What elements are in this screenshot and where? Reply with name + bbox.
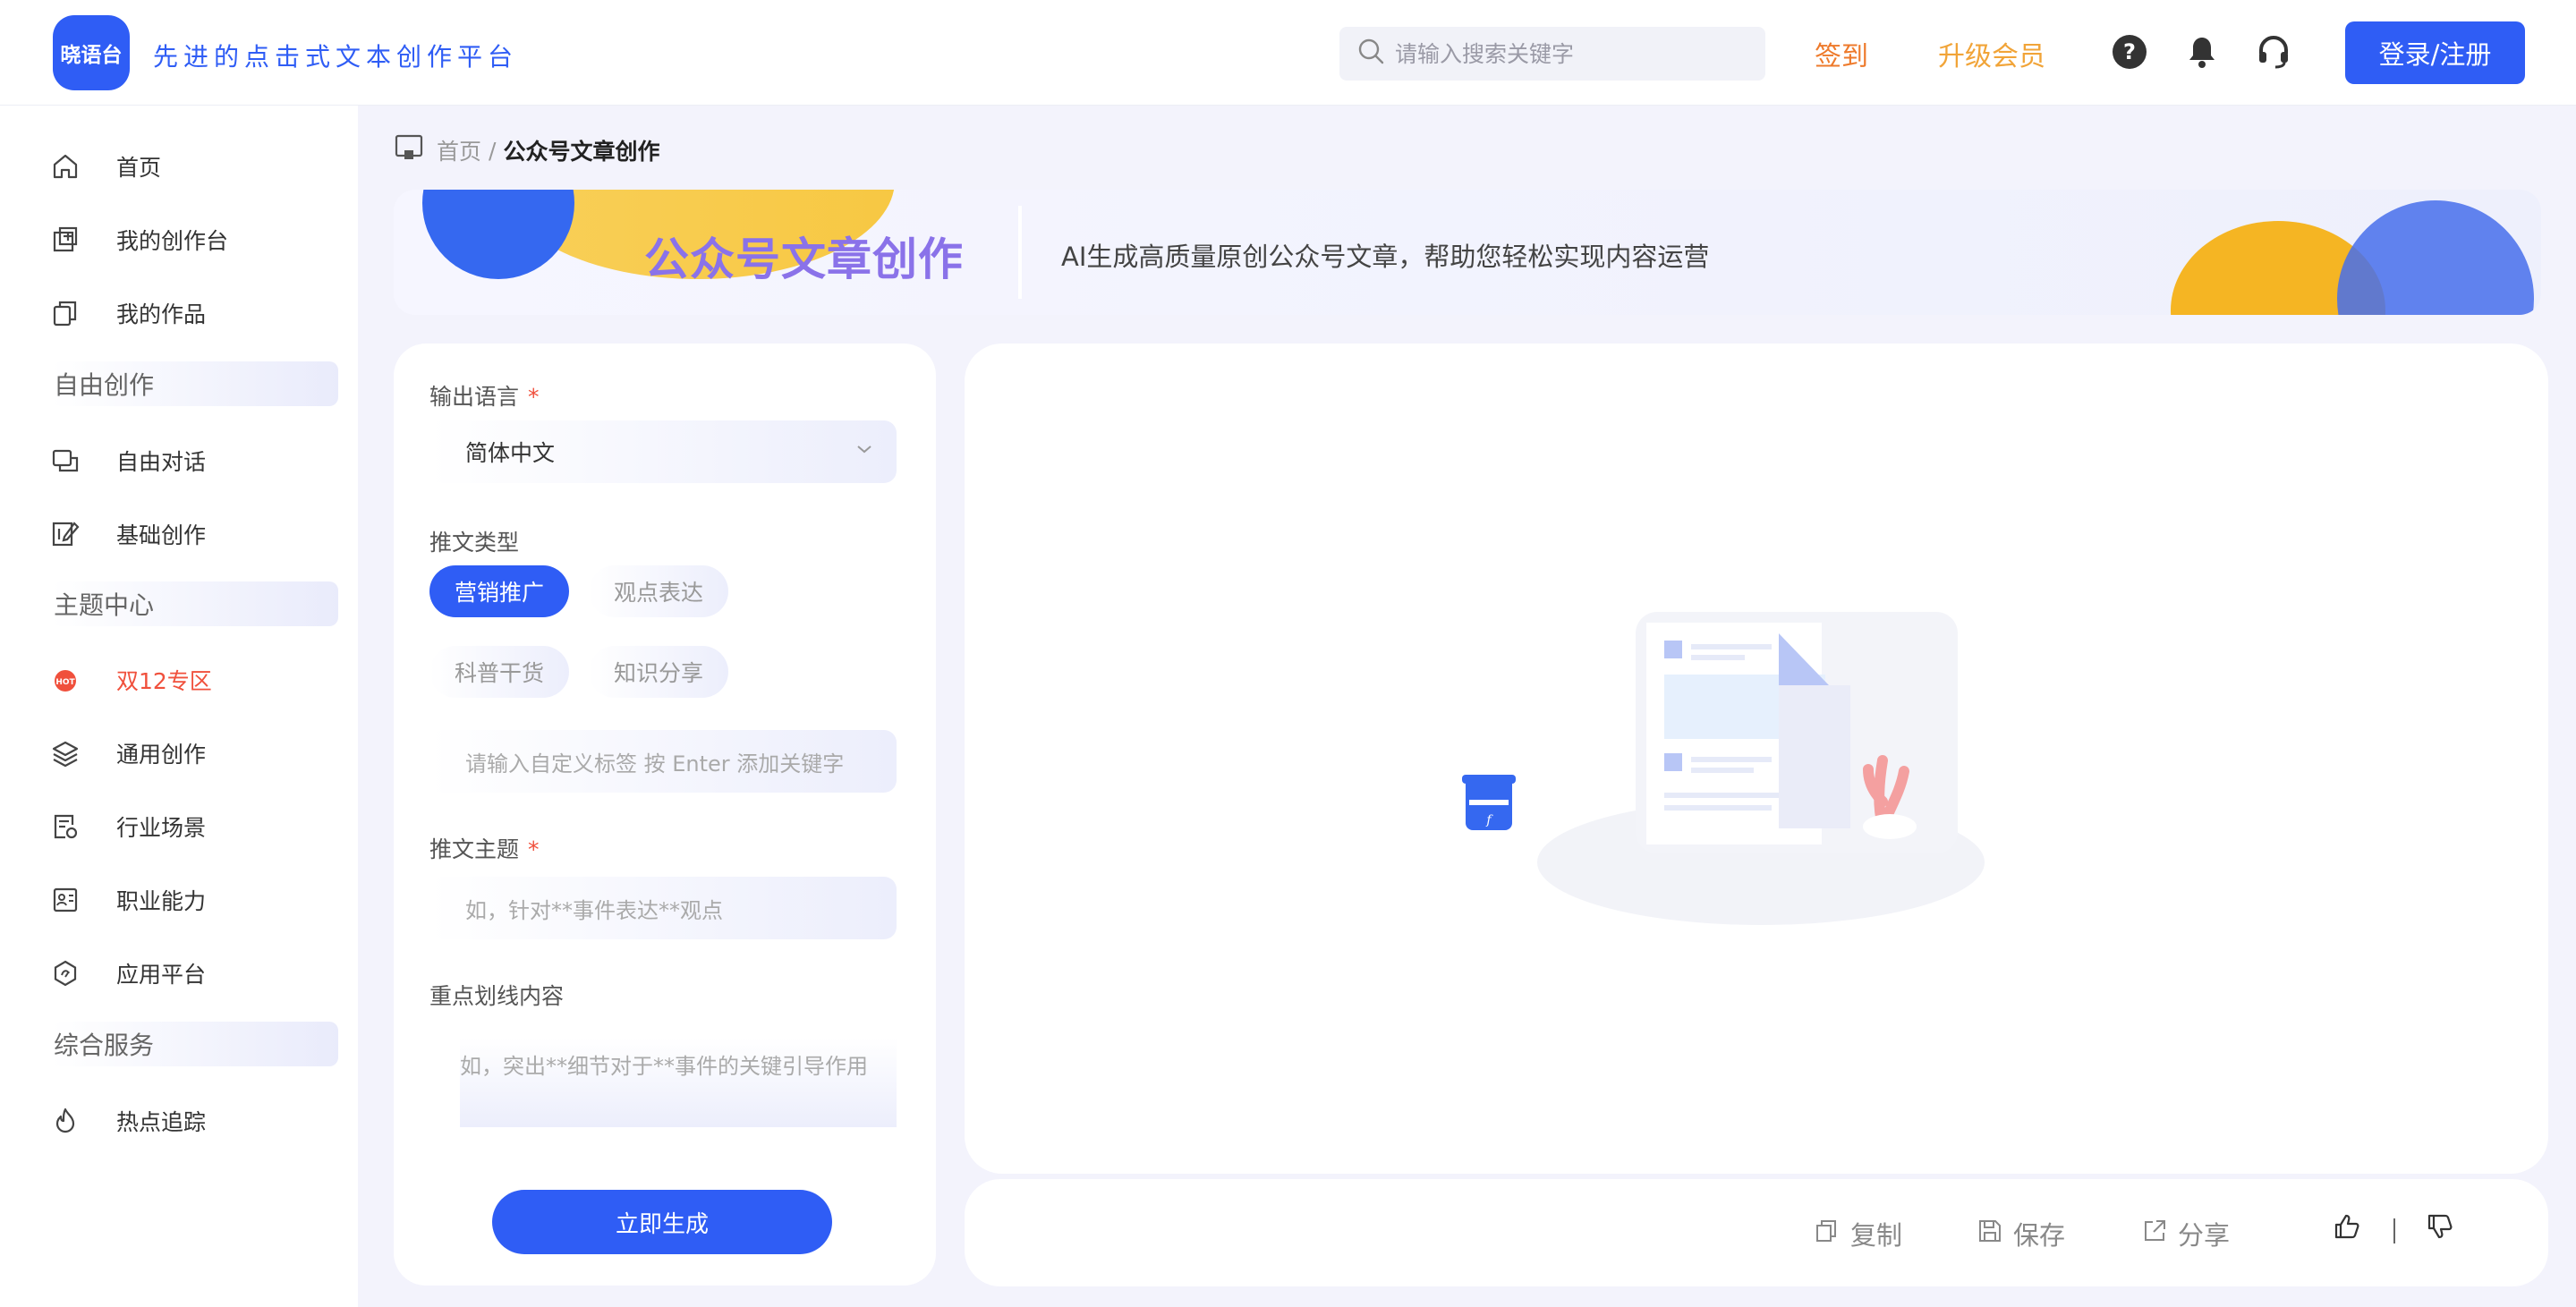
copy-button[interactable]: 复制 (1815, 1215, 1902, 1252)
banner-decoration (422, 190, 574, 279)
language-label: 输出语言 * (429, 384, 540, 410)
section-free-creation: 自由创作 (52, 361, 338, 406)
banner-divider (1018, 206, 1022, 299)
sidebar-item-label: 首页 (116, 155, 162, 181)
sidebar-item-label: 行业场景 (116, 815, 207, 841)
sidebar-item-label: 通用创作 (116, 742, 207, 768)
empty-state-illustration: f (1462, 612, 1985, 925)
page-description: AI生成高质量原创公众号文章，帮助您轻松实现内容运营 (1061, 242, 1710, 272)
thumbs-up-icon[interactable] (2334, 1213, 2360, 1240)
language-value: 简体中文 (465, 440, 556, 466)
hexagon-app-icon (50, 958, 81, 989)
share-button[interactable]: 分享 (2142, 1215, 2230, 1252)
highlight-label: 重点划线内容 (429, 983, 565, 1009)
top-bar: 晓语台 先进的点击式文本创作平台 签到 升级会员 ? 登录/注册 (0, 0, 2576, 106)
type-chip-science[interactable]: 科普干货 (429, 646, 569, 698)
sidebar-item-label: 双12专区 (116, 668, 212, 694)
sidebar-item-label: 热点追踪 (116, 1109, 207, 1135)
breadcrumb-separator: / (489, 137, 497, 164)
signin-link[interactable]: 签到 (1815, 34, 1868, 73)
document-settings-icon (50, 811, 81, 842)
search-input[interactable] (1395, 40, 1753, 67)
save-label: 保存 (2013, 1220, 2066, 1251)
copy-icon (1815, 1218, 1840, 1250)
generate-button[interactable]: 立即生成 (492, 1190, 832, 1254)
sidebar-item-my-works[interactable]: 我的作品 (50, 293, 206, 333)
sidebar-item-label: 应用平台 (116, 962, 207, 988)
output-actions-bar: 复制 保存 分享 (965, 1179, 2548, 1286)
workbench-icon (50, 225, 81, 255)
sidebar-item-label: 自由对话 (116, 449, 207, 475)
sidebar-item-free-chat[interactable]: 自由对话 (50, 441, 206, 480)
sidebar-item-label: 我的作品 (116, 301, 207, 327)
app-logo[interactable]: 晓语台 (53, 15, 130, 90)
sidebar-item-general[interactable]: 通用创作 (50, 734, 206, 773)
upgrade-vip-link[interactable]: 升级会员 (1938, 34, 2045, 73)
page-title: 公众号文章创作 (644, 233, 964, 285)
flame-icon (50, 1106, 81, 1136)
type-label: 推文类型 (429, 530, 520, 556)
help-icon[interactable]: ? (2110, 32, 2149, 72)
highlight-textarea[interactable]: 如，突出**细节对于**事件的关键引导作用 (460, 1038, 897, 1127)
feedback-divider (2393, 1218, 2395, 1243)
type-chip-opinion[interactable]: 观点表达 (589, 565, 728, 617)
breadcrumb-home[interactable]: 首页 (437, 134, 481, 166)
sidebar-item-home[interactable]: 首页 (50, 147, 161, 186)
svg-text:?: ? (2123, 39, 2136, 64)
save-button[interactable]: 保存 (1977, 1215, 2065, 1252)
documents-icon (50, 298, 81, 328)
output-panel: f (965, 344, 2548, 1174)
share-label: 分享 (2178, 1220, 2231, 1251)
sidebar-item-double12[interactable]: HOT 双12专区 (50, 660, 212, 700)
creation-form: 输出语言 * 简体中文 推文类型 营销推广 观点表达 科普干货 知识分享 请输入自… (394, 344, 936, 1286)
hot-icon: HOT (50, 665, 81, 695)
layers-icon (50, 738, 81, 768)
type-chip-knowledge[interactable]: 知识分享 (589, 646, 728, 698)
sidebar-item-workbench[interactable]: 我的创作台 (50, 220, 228, 259)
id-card-icon (50, 885, 81, 915)
login-register-button[interactable]: 登录/注册 (2345, 21, 2525, 84)
headset-icon[interactable] (2254, 32, 2293, 72)
bell-icon[interactable] (2182, 32, 2222, 72)
search-icon (1357, 38, 1386, 70)
home-icon (50, 151, 81, 182)
search-box[interactable] (1339, 27, 1765, 81)
sidebar-item-label: 我的创作台 (116, 228, 229, 254)
breadcrumb-current: 公众号文章创作 (503, 139, 660, 165)
sidebar-item-platform[interactable]: 应用平台 (50, 954, 206, 993)
save-icon (1977, 1218, 2002, 1250)
copy-label: 复制 (1850, 1220, 1903, 1251)
topic-input[interactable]: 如，针对**事件表达**观点 (429, 877, 897, 939)
sidebar-item-label: 基础创作 (116, 522, 207, 548)
breadcrumb: 首页 / 公众号文章创作 (394, 132, 659, 168)
type-chip-marketing[interactable]: 营销推广 (429, 565, 569, 617)
svg-text:HOT: HOT (55, 678, 75, 687)
sidebar-item-basic-creation[interactable]: 基础创作 (50, 514, 206, 554)
language-select[interactable]: 简体中文 (429, 420, 897, 483)
app-slogan: 先进的点击式文本创作平台 (153, 42, 519, 72)
topic-label: 推文主题 * (429, 836, 540, 862)
section-topic-center: 主题中心 (52, 581, 338, 626)
sidebar-item-label: 职业能力 (116, 888, 207, 914)
page-banner: 公众号文章创作 AI生成高质量原创公众号文章，帮助您轻松实现内容运营 (394, 190, 2541, 315)
edit-icon (50, 519, 81, 549)
chat-icon (50, 446, 81, 476)
chevron-down-icon (854, 438, 875, 465)
custom-tag-input[interactable]: 请输入自定义标签 按 Enter 添加关键字 (429, 730, 897, 793)
sidebar-item-hot-tracking[interactable]: 热点追踪 (50, 1101, 206, 1141)
share-icon (2142, 1218, 2167, 1250)
thumbs-down-icon[interactable] (2427, 1213, 2453, 1240)
sidebar-item-industry[interactable]: 行业场景 (50, 807, 206, 846)
sidebar: 首页 我的创作台 我的作品 自由创作 自由对话 基础创作 主题中心 HOT 双1… (0, 106, 358, 1307)
sidebar-item-career[interactable]: 职业能力 (50, 880, 206, 920)
section-service: 综合服务 (52, 1022, 338, 1066)
breadcrumb-home-icon[interactable] (394, 132, 424, 168)
banner-decoration (2337, 200, 2534, 315)
